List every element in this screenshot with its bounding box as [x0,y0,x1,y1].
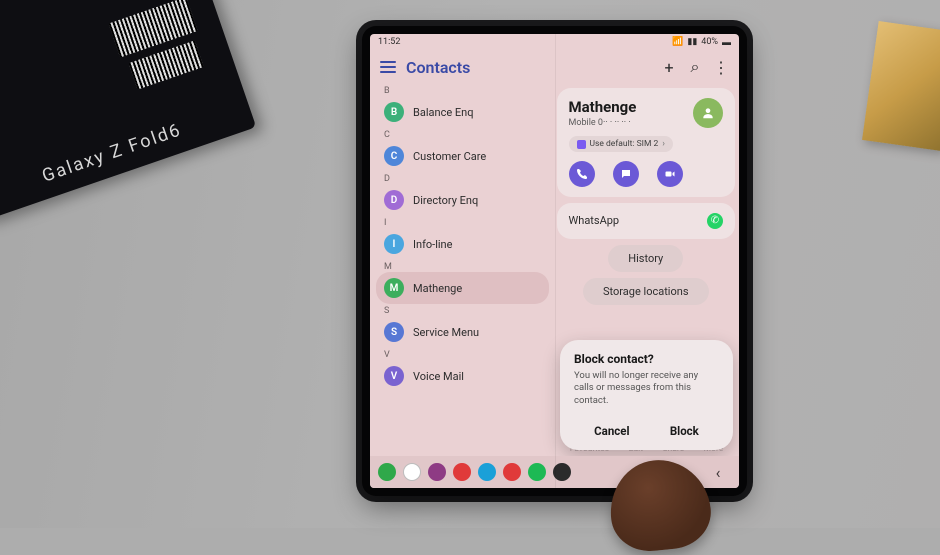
quick-actions [569,161,724,187]
cancel-button[interactable]: Cancel [584,418,639,444]
detail-pills: History Storage locations [557,245,736,305]
section-header: I [370,216,555,228]
dock-apps [378,463,571,481]
screen: 11:52 📶 ▮▮ 40% ▬ Contacts + ⌕ ⋮ BB Balanc… [370,34,739,488]
search-icon: ⌕ [691,57,700,77]
sim-chip-label: Use default: SIM 2 [590,139,659,149]
call-button[interactable] [569,161,595,187]
dialog-body: You will no longer receive any calls or … [574,370,719,408]
dialog-title: Block contact? [574,352,719,366]
avatar: I [384,234,404,254]
battery-icon: ▬ [722,37,731,48]
dock-app[interactable] [453,463,471,481]
dock-app[interactable] [553,463,571,481]
avatar: S [384,322,404,342]
whatsapp-label: WhatsApp [569,214,620,227]
video-icon [664,168,676,180]
avatar: D [384,190,404,210]
contact-row[interactable]: C Customer Care [370,140,555,172]
contact-list[interactable]: BB Balance Enq CC Customer Care DD Directory … [370,84,555,456]
storage-button[interactable]: Storage locations [583,278,709,305]
block-contact-dialog: Block contact? You will no longer receiv… [560,340,733,450]
dock-app[interactable] [528,463,546,481]
more-button[interactable]: ⋮ [713,59,729,75]
whatsapp-icon: ✆ [707,213,723,229]
contact-row[interactable]: I Info-line [370,228,555,260]
contact-row-name: Info-line [413,238,452,251]
contact-row[interactable]: V Voice Mail [370,360,555,392]
app-title: Contacts [406,58,470,77]
dock-app[interactable] [428,463,446,481]
wifi-icon: 📶 [672,37,683,47]
contact-row-name: Mathenge [413,282,462,295]
contact-row-name: Service Menu [413,326,479,339]
section-header: S [370,304,555,316]
avatar: C [384,146,404,166]
status-bar: 11:52 📶 ▮▮ 40% ▬ [370,34,739,50]
chevron-right-icon: › [662,139,665,149]
plus-icon: + [664,58,673,77]
contact-row-name: Voice Mail [413,370,464,383]
section-header: D [370,172,555,184]
section-header: C [370,128,555,140]
message-button[interactable] [613,161,639,187]
more-icon: ⋮ [713,58,729,77]
contact-row-name: Customer Care [413,150,486,163]
tablet-device: 11:52 📶 ▮▮ 40% ▬ Contacts + ⌕ ⋮ BB Balanc… [362,26,747,496]
block-button[interactable]: Block [660,418,709,444]
search-button[interactable]: ⌕ [687,59,703,75]
history-button[interactable]: History [608,245,683,272]
chat-icon [620,168,632,180]
avatar: M [384,278,404,298]
section-header: B [370,84,555,96]
phone-icon [576,168,588,180]
avatar: B [384,102,404,122]
person-icon [701,106,715,120]
sim-chip[interactable]: Use default: SIM 2 › [569,136,673,152]
battery-text: 40% [701,37,718,47]
status-time: 11:52 [378,37,400,47]
avatar: V [384,366,404,386]
video-button[interactable] [657,161,683,187]
contact-row-name: Directory Enq [413,194,478,207]
contact-row[interactable]: B Balance Enq [370,96,555,128]
contact-row[interactable]: D Directory Enq [370,184,555,216]
avatar [693,98,723,128]
section-header: M [370,260,555,272]
contact-row[interactable]: M Mathenge [376,272,549,304]
sim-icon [577,140,586,149]
contact-row[interactable]: S Service Menu [370,316,555,348]
menu-button[interactable] [380,61,396,73]
app-header: Contacts + ⌕ ⋮ [370,50,739,84]
dialog-actions: Cancel Block [574,418,719,444]
whatsapp-card[interactable]: WhatsApp ✆ [557,203,736,239]
dock-app[interactable] [503,463,521,481]
signal-icon: ▮▮ [687,37,697,47]
contact-row-name: Balance Enq [413,106,473,119]
dock-app[interactable] [403,463,421,481]
dock-app[interactable] [378,463,396,481]
dock-app[interactable] [478,463,496,481]
nav-back[interactable]: ‹ [705,465,731,479]
add-button[interactable]: + [661,59,677,75]
contact-header-card: Mathenge Mobile 0·· · ·· ·· · Use defaul… [557,88,736,197]
section-header: V [370,348,555,360]
